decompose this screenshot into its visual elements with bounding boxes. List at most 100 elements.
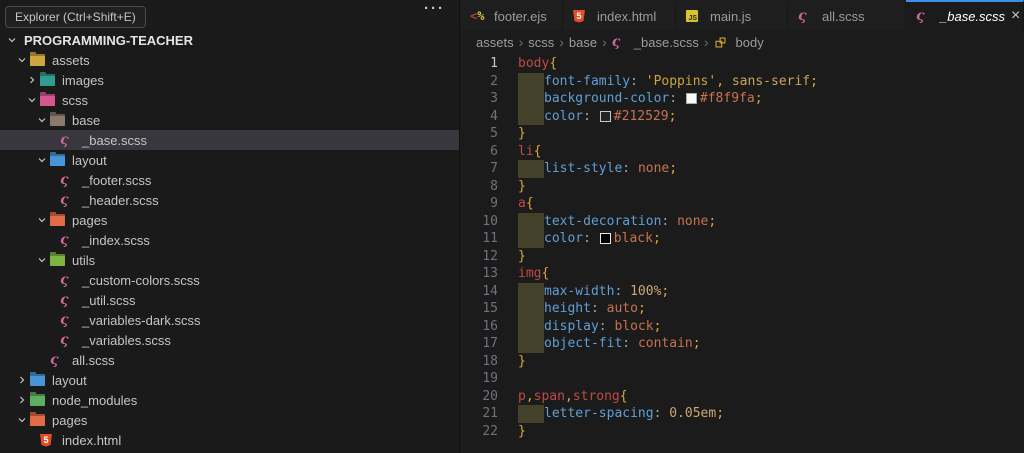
tree-file-index-html[interactable]: 5 index.html xyxy=(0,430,459,450)
javascript-icon: JS xyxy=(686,10,698,22)
tab-all-scss[interactable]: ς all.scss xyxy=(788,0,906,30)
token: { xyxy=(533,143,542,159)
tree-file--variables-scss[interactable]: ς _variables.scss xyxy=(0,330,459,350)
token: body xyxy=(518,56,550,71)
tree-file--footer-scss[interactable]: ς _footer.scss xyxy=(0,170,459,190)
tree-folder-layout[interactable]: layout xyxy=(0,370,459,390)
tree-item-label: utils xyxy=(72,252,96,268)
code-line[interactable]: 2 font-family: 'Poppins', sans-serif; xyxy=(460,72,1024,90)
folder-icon xyxy=(50,212,65,226)
token: letter-spacing xyxy=(544,406,654,421)
tree-folder-pages[interactable]: pages xyxy=(0,410,459,430)
tree-folder-pages[interactable]: pages xyxy=(0,210,459,230)
tree-file--base-scss[interactable]: ς _base.scss xyxy=(0,130,459,150)
tree-file--util-scss[interactable]: ς _util.scss xyxy=(0,290,459,310)
code-line[interactable]: 5} xyxy=(460,125,1024,143)
tree-folder-layout[interactable]: layout xyxy=(0,150,459,170)
close-icon[interactable]: × xyxy=(1011,8,1020,24)
breadcrumb-separator-icon: › xyxy=(703,34,709,50)
tree-file--custom-colors-scss[interactable]: ς _custom-colors.scss xyxy=(0,270,459,290)
tree-folder-base[interactable]: base xyxy=(0,110,459,130)
code-line[interactable]: 1 body{ xyxy=(460,55,1024,73)
breadcrumb-item-assets[interactable]: assets xyxy=(476,35,514,50)
token: block xyxy=(614,318,654,334)
tree-item-label: scss xyxy=(62,92,88,108)
code-line[interactable]: 18} xyxy=(460,353,1024,371)
tab-footer-ejs[interactable]: <% footer.ejs xyxy=(460,0,563,30)
token: 100% xyxy=(630,283,662,299)
tree-folder-scss[interactable]: scss xyxy=(0,90,459,110)
tab-main-js[interactable]: JS main.js xyxy=(676,0,788,30)
code-line[interactable]: 13 img{ xyxy=(460,265,1024,283)
code-line[interactable]: 17 object-fit: contain; xyxy=(460,335,1024,353)
tree-folder-utils[interactable]: utils xyxy=(0,250,459,270)
token: object-fit xyxy=(544,336,623,351)
code-line[interactable]: 4 color: #212529; xyxy=(460,107,1024,125)
chevron-down-icon xyxy=(4,32,20,48)
code-line[interactable]: 22} xyxy=(460,423,1024,441)
code-line[interactable]: 20 p, span, strong{ xyxy=(460,388,1024,406)
token: text-decoration xyxy=(544,213,662,229)
breadcrumb-item--base-scss[interactable]: ς _base.scss xyxy=(612,34,699,50)
tree-item-label: node_modules xyxy=(52,392,138,408)
token: } xyxy=(518,178,526,194)
code-line[interactable]: 8} xyxy=(460,178,1024,196)
sass-icon: ς xyxy=(60,312,78,328)
code-line[interactable]: 16 display: block; xyxy=(460,317,1024,335)
folder-icon xyxy=(50,212,68,228)
tab--base-scss[interactable]: ς _base.scss × xyxy=(906,0,1024,30)
token: sans-serif xyxy=(731,73,811,89)
tree-folder-assets[interactable]: assets xyxy=(0,50,459,70)
folder-icon xyxy=(30,52,48,68)
breadcrumb-item-base[interactable]: base xyxy=(569,35,597,50)
tree-item-label: _base.scss xyxy=(82,132,148,148)
indent-highlight xyxy=(518,230,544,248)
token: background-color xyxy=(544,91,670,106)
code-editor[interactable]: 1 body{2 font-family: 'Poppins', sans-seri… xyxy=(460,54,1024,453)
line-number: 13 xyxy=(482,266,498,281)
sass-icon: ς xyxy=(60,132,69,148)
tab-index-html[interactable]: 5 index.html xyxy=(563,0,676,30)
code-line[interactable]: 21 letter-spacing: 0.05em; xyxy=(460,405,1024,423)
chevron-down-icon xyxy=(14,412,30,428)
code-content: background-color: #f8f9fa; xyxy=(518,90,763,108)
code-line[interactable]: 11 color: black; xyxy=(460,230,1024,248)
token: ; xyxy=(669,161,678,176)
breadcrumb-item-body[interactable]: body xyxy=(714,34,764,50)
tree-item-label: _variables.scss xyxy=(82,332,171,348)
code-line[interactable]: 15 height: auto; xyxy=(460,300,1024,318)
tree-file-all-scss[interactable]: ς all.scss xyxy=(0,350,459,370)
more-actions-icon[interactable]: ··· xyxy=(424,0,445,17)
tree-folder-images[interactable]: images xyxy=(0,70,459,90)
code-line[interactable]: 10 text-decoration: none; xyxy=(460,212,1024,230)
tree-root-row[interactable]: PROGRAMMING-TEACHER xyxy=(0,30,459,50)
line-number: 14 xyxy=(482,283,498,299)
token: : xyxy=(614,283,631,299)
code-line[interactable]: 14 max-width: 100%; xyxy=(460,282,1024,300)
tree-file--header-scss[interactable]: ς _header.scss xyxy=(0,190,459,210)
code-content: } xyxy=(518,353,526,371)
tree-folder-node-modules[interactable]: node_modules xyxy=(0,390,459,410)
token: : xyxy=(622,336,638,351)
line-number: 11 xyxy=(482,231,498,246)
breadcrumb-item-scss[interactable]: scss xyxy=(528,35,554,50)
code-line[interactable]: 12} xyxy=(460,248,1024,266)
token: : xyxy=(669,91,685,106)
chevron-down-icon xyxy=(34,212,50,228)
sass-icon: ς xyxy=(60,292,69,308)
code-line[interactable]: 19 xyxy=(460,370,1024,388)
code-content: img{ xyxy=(518,265,549,283)
code-line[interactable]: 9 a{ xyxy=(460,195,1024,213)
code-line[interactable]: 3 background-color: #f8f9fa; xyxy=(460,90,1024,108)
tree-file--variables-dark-scss[interactable]: ς _variables-dark.scss xyxy=(0,310,459,330)
token: ; xyxy=(668,108,677,124)
tree-item-label: layout xyxy=(52,372,87,388)
token: #212529 xyxy=(613,108,669,124)
line-number: 9 xyxy=(490,196,498,211)
code-line[interactable]: 6 li{ xyxy=(460,143,1024,161)
code-line[interactable]: 7 list-style: none; xyxy=(460,160,1024,178)
tree-file--index-scss[interactable]: ς _index.scss xyxy=(0,230,459,250)
folder-icon xyxy=(50,152,68,168)
ejs-icon: <% xyxy=(470,9,485,23)
sass-icon: ς xyxy=(916,8,925,24)
